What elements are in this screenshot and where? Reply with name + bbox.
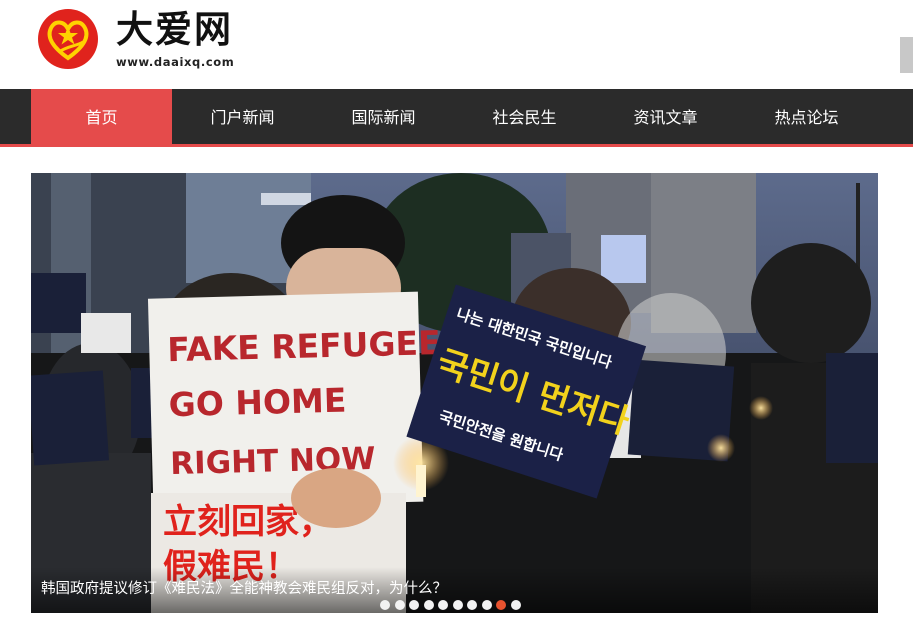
main-navigation: 首页 门户新闻 国际新闻 社会民生 资讯文章 热点论坛	[0, 89, 913, 147]
nav-item-international-news[interactable]: 国际新闻	[313, 89, 454, 147]
slide-dot-active[interactable]	[496, 600, 506, 610]
nav-item-forum[interactable]: 热点论坛	[736, 89, 877, 147]
nav-item-portal-news[interactable]: 门户新闻	[172, 89, 313, 147]
slide-dot[interactable]	[380, 600, 390, 610]
nav-item-society[interactable]: 社会民生	[454, 89, 595, 147]
slide-dot[interactable]	[423, 600, 434, 610]
nav-item-home[interactable]: 首页	[31, 89, 172, 147]
slide-dot[interactable]	[394, 600, 405, 610]
slide-dot[interactable]	[438, 600, 448, 610]
featured-slideshow[interactable]: FAKE REFUGEES GO HOME RIGHT NOW 立刻回家， 假难…	[31, 173, 878, 613]
site-url: www.daaixq.com	[116, 55, 235, 69]
slide-dot[interactable]	[467, 600, 477, 610]
slide-dot[interactable]	[481, 600, 492, 610]
side-scroll-handle[interactable]	[900, 37, 913, 73]
site-name-logo[interactable]: 大爱网	[116, 6, 233, 52]
slide-indicator	[380, 595, 525, 610]
site-header: 大爱网 www.daaixq.com	[0, 0, 913, 89]
protest-photo[interactable]: FAKE REFUGEES GO HOME RIGHT NOW 立刻回家， 假难…	[31, 173, 878, 613]
sign-text-line1: FAKE REFUGEES	[167, 322, 465, 369]
nav-item-articles[interactable]: 资讯文章	[595, 89, 736, 147]
slide-dot[interactable]	[409, 600, 419, 610]
sign-text-line2: GO HOME	[168, 381, 347, 425]
logo-heart-icon[interactable]	[37, 8, 99, 70]
slide-dot[interactable]	[510, 600, 521, 610]
slide-dot[interactable]	[452, 600, 463, 610]
